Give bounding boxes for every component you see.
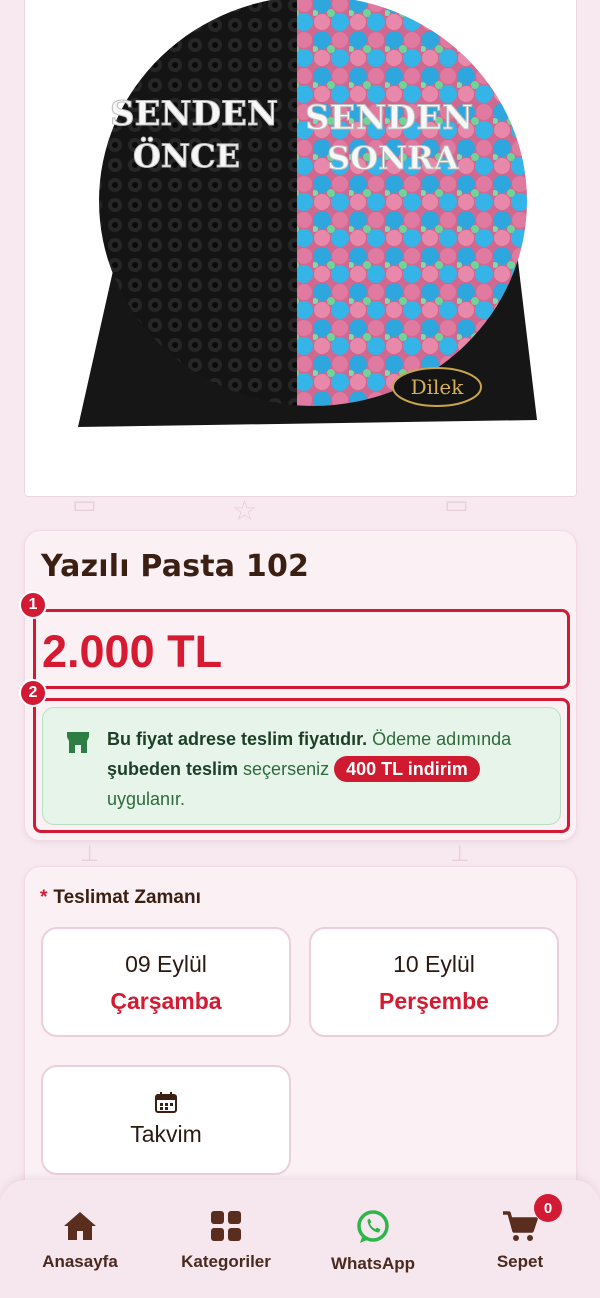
nav-label: WhatsApp [330,1254,416,1273]
notice-highlight: Bu fiyat adrese teslim fiyatıdır. Ödeme … [33,698,570,833]
cake-text-left-1: SENDEN [110,94,278,134]
calendar-label: Takvim [130,1121,202,1147]
cake-text-right-1: SENDEN [305,98,473,138]
nav-label: Anasayfa [42,1252,118,1271]
nav-item-categories[interactable]: Kategoriler [156,1210,296,1272]
discount-badge: 400 TL indirim [334,756,480,782]
nav-item-cart[interactable]: 0 Sepet [450,1194,590,1272]
product-title: Yazılı Pasta 102 [41,549,310,584]
delivery-price-notice: Bu fiyat adrese teslim fiyatıdır. Ödeme … [42,707,561,825]
delivery-date-option[interactable]: 09 Eylül Çarşamba [41,927,291,1037]
background-decoration: ☆ [232,494,258,527]
required-mark: * [40,887,48,908]
annotation-marker-2: 2 [19,679,47,707]
product-info-card: Yazılı Pasta 102 2.000 TL 1 Bu fiyat adr… [19,530,577,841]
annotation-marker-1: 1 [19,591,47,619]
nav-item-whatsapp[interactable]: WhatsApp [303,1210,443,1274]
home-icon [64,1212,96,1240]
cart-count-badge: 0 [534,1194,562,1222]
nav-label: Sepet [496,1252,544,1271]
product-image: SENDEN ÖNCE SENDEN SONRA Dilek [24,0,577,497]
notice-text: Bu fiyat adrese teslim fiyatıdır. Ödeme … [107,729,512,809]
brand-logo: Dilek [411,375,465,399]
delivery-time-label: * Teslimat Zamanı [40,887,201,908]
calendar-icon [155,1092,177,1113]
background-decoration: ⊥ [450,842,470,867]
grid-icon [211,1211,241,1241]
nav-label: Kategoriler [181,1252,271,1271]
delivery-date: 10 Eylül [393,951,475,977]
background-decoration: ⊥ [80,842,100,867]
cake-text-right-2: SONRA [327,139,460,177]
store-icon [67,732,89,753]
delivery-date: 09 Eylül [125,951,207,977]
whatsapp-icon [357,1210,389,1243]
delivery-weekday: Çarşamba [110,988,222,1014]
calendar-button[interactable]: Takvim [41,1065,291,1175]
bottom-navigation: Anasayfa Kategoriler WhatsApp 0 Sepet [0,1180,600,1298]
delivery-weekday: Perşembe [379,988,489,1014]
price-highlight: 2.000 TL [33,609,570,689]
nav-item-home[interactable]: Anasayfa [10,1210,150,1272]
product-price: 2.000 TL [42,626,223,677]
delivery-date-option[interactable]: 10 Eylül Perşembe [309,927,559,1037]
delivery-time-card: * Teslimat Zamanı 09 Eylül Çarşamba 10 Ey… [24,866,577,1226]
cake-text-left-2: ÖNCE [133,136,240,175]
cart-icon [503,1211,538,1241]
